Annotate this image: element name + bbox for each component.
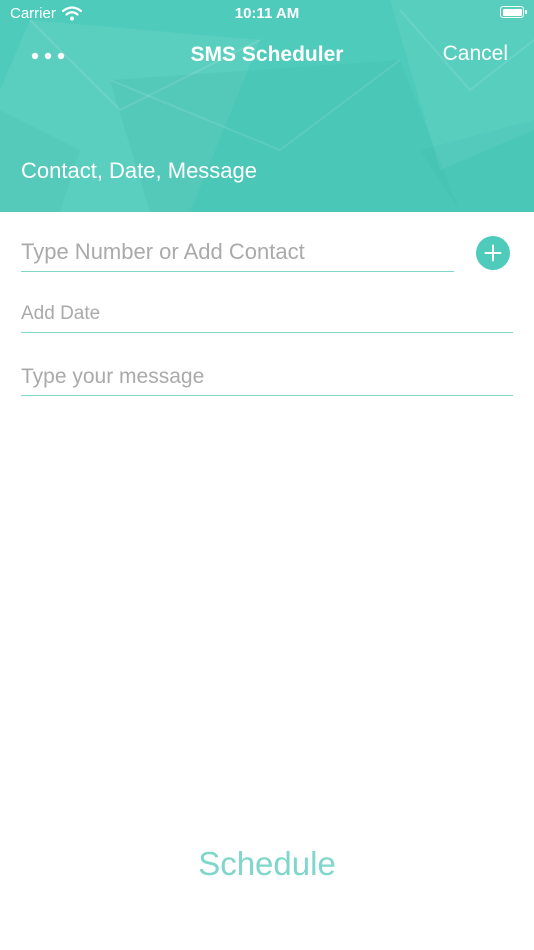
nav-bar: SMS Scheduler Cancel [0,34,534,78]
header-subtitle: Contact, Date, Message [21,158,258,183]
message-input[interactable] [21,358,513,396]
schedule-button[interactable]: Schedule [0,845,534,883]
add-contact-button[interactable] [476,236,510,270]
date-input[interactable] [21,296,513,333]
cancel-button[interactable]: Cancel [443,42,508,66]
status-time: 10:11 AM [234,5,300,22]
header: Carrier 10:11 AM SMS Scheduler Cancel Co… [0,0,534,212]
plus-icon [484,244,502,262]
status-bar: Carrier 10:11 AM [0,0,534,28]
contact-input[interactable] [21,232,454,272]
battery-icon [500,6,527,18]
